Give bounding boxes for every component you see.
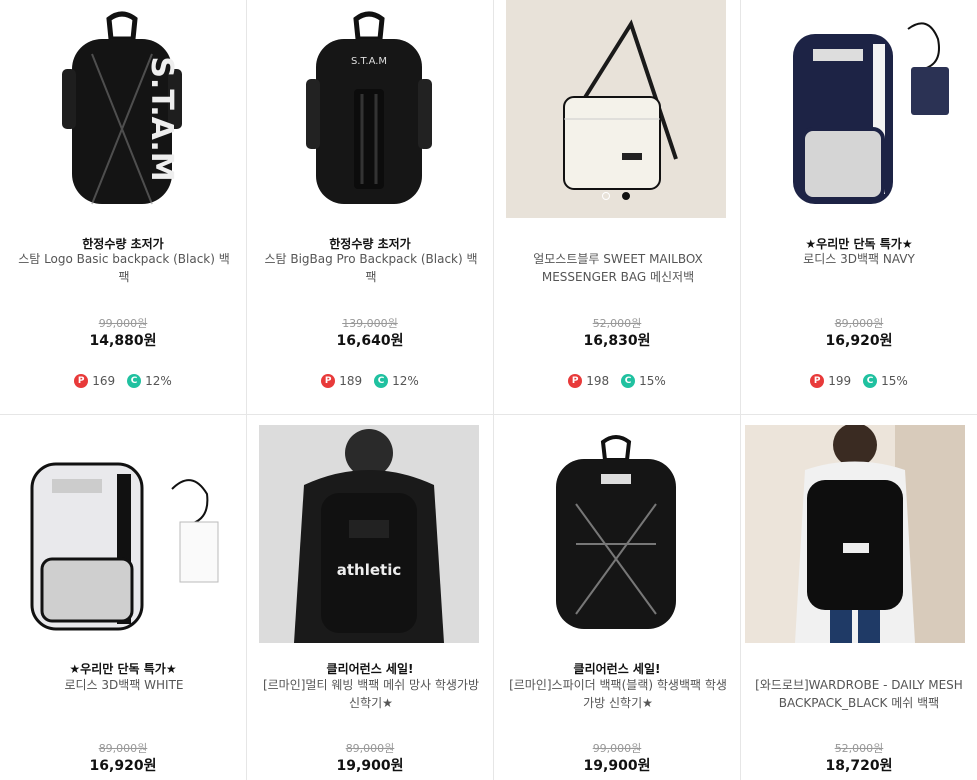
original-price: 52,000원 <box>592 317 642 330</box>
coupon-icon: C <box>374 374 389 388</box>
sale-price: 16,640원 <box>336 333 404 349</box>
reward-info: P 169 C 12% <box>0 374 246 388</box>
coupon-value: 12% <box>392 374 419 388</box>
sale-price: 16,830원 <box>583 333 651 349</box>
points-value: 189 <box>339 374 363 388</box>
product-name[interactable]: [와드로브]WARDROBE - DAILY MESH BACKPACK_BLA… <box>749 676 969 712</box>
original-price: 99,000원 <box>592 742 642 755</box>
original-price: 52,000원 <box>834 742 884 755</box>
product-image[interactable]: S.T.A.M <box>259 0 479 218</box>
sale-price: 19,900원 <box>336 758 404 774</box>
product-card[interactable]: S.T.A.M 한정수량 초저가 스탐 BigBag Pro Backpack … <box>247 0 494 415</box>
product-grid: S.T.A.M 한정수량 초저가 스탐 Logo Basic backpack … <box>0 0 977 780</box>
product-name[interactable]: [르마인]스파이더 백팩(블랙) 학생백팩 학생가방 신학기★ <box>508 676 728 712</box>
svg-text:S.T.A.M: S.T.A.M <box>144 56 179 181</box>
coupon-value: 12% <box>145 374 172 388</box>
original-price: 139,000원 <box>342 317 398 330</box>
point-icon: P <box>810 374 825 388</box>
product-image[interactable] <box>753 0 973 218</box>
original-price: 89,000원 <box>345 742 395 755</box>
svg-text:athletic: athletic <box>337 561 402 579</box>
product-card[interactable]: ★우리만 단독 특가★ 로디스 3D백팩 WHITE 89,000원 16,92… <box>0 415 247 780</box>
product-name[interactable]: 스탐 Logo Basic backpack (Black) 백팩 <box>14 250 234 286</box>
reward-info: P 199 C 15% <box>741 374 977 388</box>
original-price: 89,000원 <box>834 317 884 330</box>
point-icon: P <box>568 374 583 388</box>
point-icon: P <box>74 374 89 388</box>
original-price: 99,000원 <box>98 317 148 330</box>
product-name[interactable]: 로디스 3D백팩 WHITE <box>14 676 234 694</box>
sale-price: 19,900원 <box>583 758 651 774</box>
points-value: 169 <box>92 374 116 388</box>
product-image[interactable] <box>745 425 965 643</box>
product-image[interactable] <box>506 425 726 643</box>
carousel-dot[interactable] <box>602 192 611 200</box>
promo-label: 클리어런스 세일! <box>573 662 661 676</box>
product-image[interactable] <box>506 0 726 218</box>
original-price: 89,000원 <box>98 742 148 755</box>
svg-text:S.T.A.M: S.T.A.M <box>351 56 387 67</box>
promo-label: 클리어런스 세일! <box>326 662 414 676</box>
product-image[interactable]: athletic <box>259 425 479 643</box>
sale-price: 16,920원 <box>89 758 157 774</box>
coupon-icon: C <box>621 374 636 388</box>
product-card[interactable]: S.T.A.M 한정수량 초저가 스탐 Logo Basic backpack … <box>0 0 247 415</box>
sale-price: 18,720원 <box>825 758 893 774</box>
reward-info: P 198 C 15% <box>494 374 740 388</box>
product-name[interactable]: 얼모스트블루 SWEET MAILBOX MESSENGER BAG 메신저백 <box>508 250 728 286</box>
product-card[interactable]: 얼모스트블루 SWEET MAILBOX MESSENGER BAG 메신저백 … <box>494 0 741 415</box>
product-card[interactable]: 클리어런스 세일! [르마인]스파이더 백팩(블랙) 학생백팩 학생가방 신학기… <box>494 415 741 780</box>
sale-price: 16,920원 <box>825 333 893 349</box>
carousel-dot-active[interactable] <box>621 192 630 200</box>
product-image[interactable] <box>12 425 232 643</box>
product-name[interactable]: 스탐 BigBag Pro Backpack (Black) 백팩 <box>261 250 481 286</box>
point-icon: P <box>321 374 336 388</box>
coupon-icon: C <box>863 374 878 388</box>
coupon-value: 15% <box>639 374 666 388</box>
reward-info: P 189 C 12% <box>247 374 493 388</box>
product-card[interactable]: [와드로브]WARDROBE - DAILY MESH BACKPACK_BLA… <box>741 415 977 780</box>
product-name[interactable]: [르마인]멀티 웨빙 백팩 메쉬 망사 학생가방 신학기★ <box>261 676 481 712</box>
promo-label: ★우리만 단독 특가★ <box>69 662 177 676</box>
coupon-value: 15% <box>881 374 908 388</box>
points-value: 199 <box>828 374 852 388</box>
product-name[interactable]: 로디스 3D백팩 NAVY <box>749 250 969 268</box>
points-value: 198 <box>586 374 610 388</box>
sale-price: 14,880원 <box>89 333 157 349</box>
product-card[interactable]: athletic 클리어런스 세일! [르마인]멀티 웨빙 백팩 메쉬 망사 학… <box>247 415 494 780</box>
carousel-dots[interactable] <box>506 185 726 204</box>
product-card[interactable]: ★우리만 단독 특가★ 로디스 3D백팩 NAVY 89,000원 16,920… <box>741 0 977 415</box>
coupon-icon: C <box>127 374 142 388</box>
product-image[interactable]: S.T.A.M <box>12 0 232 218</box>
